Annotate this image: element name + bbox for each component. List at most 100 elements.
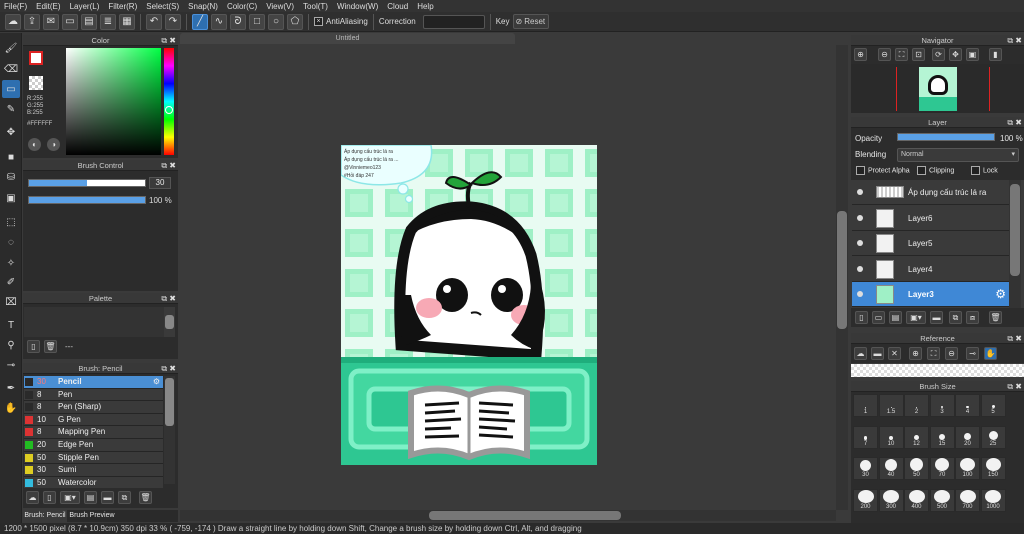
brush-size-option[interactable]: 3 [929,394,955,417]
brush-list-item[interactable]: 8 Pen [24,388,163,402]
layer-row[interactable]: Layer6 [852,205,1009,231]
export-icon[interactable]: ⇪ [24,13,40,30]
select-tool-icon[interactable]: ⬚ [2,213,20,231]
reset-rotate-icon[interactable]: ✥ [949,48,962,61]
brush-properties-icon[interactable]: ▤ [84,491,97,504]
select-rect-tool-icon[interactable]: ▭ [2,80,20,98]
palette-swatch-area[interactable] [24,307,164,337]
brush-size-option[interactable]: 7 [853,425,878,449]
brush-size-option[interactable]: 70 [929,457,955,480]
brush-size-option[interactable]: 10 [878,425,904,449]
zoom-out-icon[interactable]: ⊖ [945,347,958,360]
menu-item[interactable]: Edit(E) [36,2,60,11]
ellipse-icon[interactable]: ○ [268,13,284,30]
new-brush-icon[interactable]: ▯ [43,491,56,504]
brush-size-option[interactable]: 15 [929,425,955,449]
foreground-color-swatch[interactable] [29,51,43,65]
list-icon[interactable]: ≣ [100,13,116,30]
eye-icon[interactable] [857,214,863,221]
page-icon[interactable]: ▤ [81,13,97,30]
hand-icon[interactable]: ✋ [984,347,997,360]
folder-icon[interactable]: ▬ [101,491,114,504]
brush-size-option[interactable]: 25 [980,425,1006,449]
panel-float-close-icon[interactable]: ⧉ ✖ [1007,333,1022,344]
straight-line-icon[interactable]: ╱ [192,13,208,30]
folder-icon[interactable]: ▬ [930,311,943,324]
brush-size-option[interactable]: 30 [853,457,878,480]
layer-scroll-thumb[interactable] [1010,184,1020,276]
fill-rect-tool-icon[interactable]: ■ [2,148,20,166]
tab-brush-pencil[interactable]: Brush: Pencil [23,510,67,522]
hue-slider-handle[interactable] [165,106,173,114]
brush-size-option[interactable]: 1 [853,394,878,417]
brush-size-option[interactable]: 50 [904,457,929,480]
trash-icon[interactable]: 🗑 [989,311,1002,324]
chat-icon[interactable]: ▭ [62,13,78,30]
eye-icon[interactable] [857,265,863,272]
select-pen-tool-icon[interactable]: ✐ [2,273,20,291]
brush-size-option[interactable]: 20 [955,425,980,449]
panel-float-close-icon[interactable]: ⧉ ✖ [1007,381,1022,392]
hue-slider[interactable] [164,48,174,155]
menu-item[interactable]: Cloud [387,2,408,11]
tab-brush-preview[interactable]: Brush Preview [69,510,115,522]
polygon-icon[interactable]: ⬠ [287,13,303,30]
pen-tool-icon[interactable]: ✎ [2,100,20,118]
reference-image-area[interactable] [851,364,1024,377]
brush-list-item[interactable]: 8 Mapping Pen [24,426,163,439]
duplicate-icon[interactable]: ⧉ [118,491,131,504]
panel-float-close-icon[interactable]: ⧉ ✖ [1007,117,1022,128]
merge-icon[interactable]: ⧈ [966,311,979,324]
cloud-icon[interactable]: ☁ [5,13,21,30]
menu-item[interactable]: Color(C) [227,2,257,11]
grid-icon[interactable]: ▦ [119,13,135,30]
toggle-a-icon[interactable]: ▮ [989,48,1002,61]
brush-list-scrollbar[interactable] [164,376,175,484]
lasso-tool-icon[interactable]: ◌ [2,233,20,251]
cloud-icon[interactable]: ☁ [854,347,867,360]
divide-tool-icon[interactable]: ⚲ [2,336,20,354]
brush-size-option[interactable]: 5 [980,394,1006,417]
panel-float-close-icon[interactable]: ⧉ ✖ [161,35,176,46]
layer-row[interactable]: Layer3 ⚙ [852,282,1009,308]
eye-icon[interactable] [857,189,863,195]
brush-size-option[interactable]: 700 [955,488,980,512]
brush-list-scroll-thumb[interactable] [165,378,174,426]
brush-size-option[interactable]: 300 [878,488,904,512]
text-tool-icon[interactable]: T [2,316,20,334]
redo-button[interactable]: ↷ [165,13,181,30]
eye-icon[interactable] [857,240,863,247]
comment-icon[interactable]: ✉ [43,13,59,30]
protect-alpha-checkbox[interactable]: Protect Alpha [856,166,910,175]
zoom-in-icon[interactable]: ⊕ [854,48,867,61]
brush-size-option[interactable]: 150 [980,457,1006,480]
new-layer-2-icon[interactable]: ▭ [872,311,885,324]
menu-item[interactable]: Window(W) [337,2,378,11]
zoom-out-icon[interactable]: ⊖ [878,48,891,61]
polyline-icon[interactable]: ∿ [211,13,227,30]
fit-icon[interactable]: ⛶ [927,347,940,360]
hand-tool-icon[interactable]: ✋ [2,399,20,417]
menu-item[interactable]: Help [417,2,433,11]
transparent-color-swatch[interactable] [29,76,43,90]
brush-size-value[interactable]: 30 [149,177,171,189]
new-layer-icon[interactable]: ▯ [855,311,868,324]
rotate-icon[interactable]: ⟳ [932,48,945,61]
brush-list-item[interactable]: 50 Stipple Pen [24,451,163,465]
brush-list-item[interactable]: 10 G Pen [24,413,163,427]
brush-size-option[interactable]: 100 [955,457,980,480]
panel-float-close-icon[interactable]: ⧉ ✖ [161,160,176,171]
brush-size-option[interactable]: 12 [904,425,929,449]
bucket-tool-icon[interactable]: ⛁ [2,168,20,186]
trash-icon[interactable]: 🗑 [44,340,57,353]
layer-properties-icon[interactable]: ▤ [889,311,902,324]
lock-checkbox[interactable]: Lock [971,166,998,175]
reset-button[interactable]: ⊘ Reset [512,14,549,29]
trash-icon[interactable]: 🗑 [139,491,152,504]
rectangle-icon[interactable]: □ [249,13,265,30]
fit-icon[interactable]: ⛶ [895,48,908,61]
eyedropper-icon[interactable]: ⊸ [966,347,979,360]
new-page-icon[interactable]: ▯ [27,340,40,353]
menu-item[interactable]: View(V) [266,2,294,11]
select-eraser-tool-icon[interactable]: ⌧ [2,293,20,311]
